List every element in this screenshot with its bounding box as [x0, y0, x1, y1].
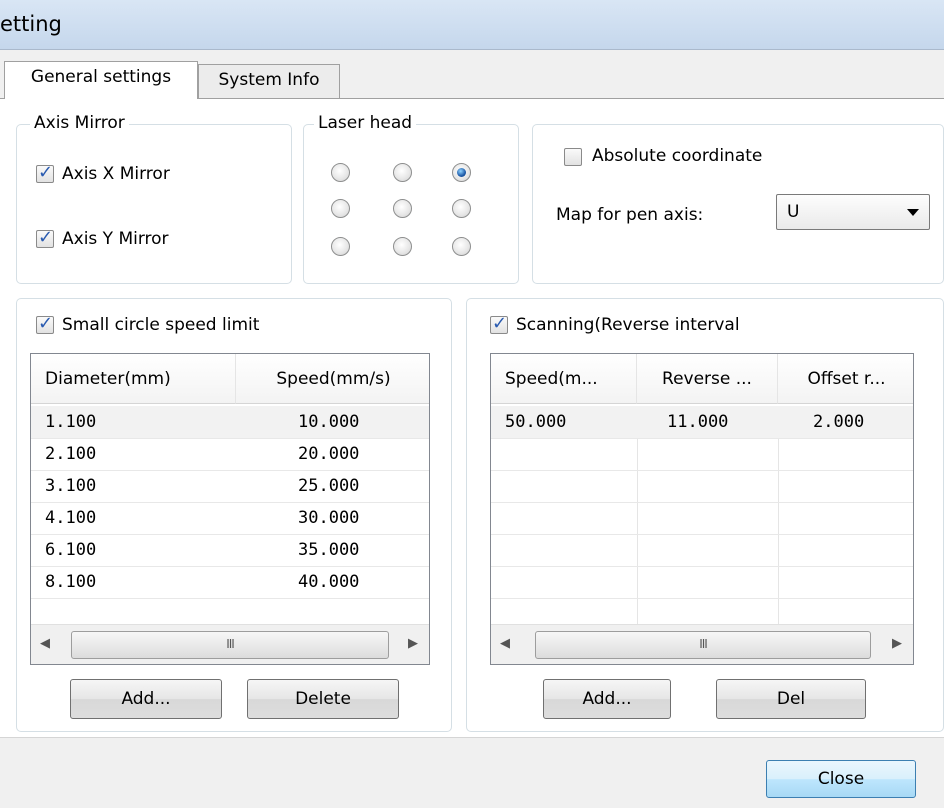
horizontal-scrollbar[interactable]: ◀ III ▶ — [31, 624, 429, 664]
tab-label: System Info — [218, 70, 320, 90]
scroll-right-arrow-icon[interactable]: ▶ — [887, 629, 907, 659]
laser-head-radio-3[interactable] — [452, 163, 471, 182]
table-cell: 2.100 — [45, 444, 97, 464]
row-divider — [491, 502, 913, 503]
axis-x-mirror-checkbox[interactable] — [36, 162, 54, 183]
table-cell: 20.000 — [298, 444, 360, 464]
laser-head-legend: Laser head — [314, 112, 417, 134]
laser-head-radio-9[interactable] — [452, 237, 471, 256]
axis-x-mirror-label: Axis X Mirror — [62, 164, 170, 184]
table-cell: 4.100 — [45, 508, 97, 528]
table-cell: 6.100 — [45, 540, 97, 560]
column-header-diameter[interactable]: Diameter(mm) — [31, 354, 236, 404]
laser-head-radio-7[interactable] — [331, 237, 350, 256]
axis-y-mirror-checkbox[interactable] — [36, 227, 54, 248]
select-value: U — [787, 202, 800, 222]
row-divider — [31, 566, 429, 567]
absolute-coordinate-checkbox[interactable] — [564, 148, 582, 166]
scrollbar-thumb[interactable]: III — [71, 631, 389, 659]
table-cell: 2.000 — [813, 412, 865, 432]
small-circle-checkbox[interactable] — [36, 313, 54, 334]
chevron-down-icon — [907, 209, 919, 216]
row-divider — [31, 534, 429, 535]
row-divider — [491, 598, 913, 599]
row-divider — [31, 598, 429, 599]
row-divider — [491, 566, 913, 567]
table-cell: 50.000 — [505, 412, 567, 432]
column-header-reverse[interactable]: Reverse ... — [637, 354, 778, 404]
add-scanning-button[interactable]: Add... — [543, 679, 671, 719]
axis-mirror-group — [16, 124, 292, 284]
tab-general-settings[interactable]: General settings — [4, 61, 198, 99]
axis-mirror-legend: Axis Mirror — [30, 112, 129, 134]
scroll-left-arrow-icon[interactable]: ◀ — [495, 629, 515, 659]
column-divider — [778, 438, 779, 624]
laser-head-radio-4[interactable] — [331, 199, 350, 218]
tab-label: General settings — [30, 67, 172, 87]
scrollbar-thumb[interactable]: III — [535, 631, 871, 659]
scroll-right-arrow-icon[interactable]: ▶ — [403, 629, 423, 659]
small-circle-table[interactable]: Diameter(mm) Speed(mm/s) 1.100 10.000 2.… — [30, 353, 430, 665]
table-cell: 1.100 — [45, 412, 97, 432]
add-diameter-button[interactable]: Add... — [70, 679, 222, 719]
title-bar — [0, 0, 944, 50]
row-divider — [491, 470, 913, 471]
table-cell: 40.000 — [298, 572, 360, 592]
column-header-speed[interactable]: Speed(mm/s) — [236, 354, 429, 404]
column-divider — [637, 438, 638, 624]
row-divider — [491, 534, 913, 535]
laser-head-radio-6[interactable] — [452, 199, 471, 218]
thumb-grip-icon: III — [699, 637, 708, 651]
close-button[interactable]: Close — [766, 760, 916, 798]
thumb-grip-icon: III — [226, 637, 235, 651]
column-header-speed[interactable]: Speed(m... — [491, 354, 637, 404]
absolute-coordinate-label: Absolute coordinate — [592, 146, 763, 166]
map-pen-axis-label: Map for pen axis: — [556, 205, 704, 225]
horizontal-scrollbar[interactable]: ◀ III ▶ — [491, 624, 913, 664]
table-cell: 35.000 — [298, 540, 360, 560]
row-divider — [31, 502, 429, 503]
axis-y-mirror-label: Axis Y Mirror — [62, 229, 169, 249]
laser-head-radio-8[interactable] — [393, 237, 412, 256]
window-title: etting — [0, 12, 62, 36]
map-pen-axis-select[interactable]: U — [776, 194, 930, 230]
delete-diameter-button[interactable]: Delete — [247, 679, 399, 719]
scanning-checkbox[interactable] — [490, 313, 508, 334]
row-divider — [31, 438, 429, 439]
table-cell: 10.000 — [298, 412, 360, 432]
scroll-left-arrow-icon[interactable]: ◀ — [35, 629, 55, 659]
small-circle-label: Small circle speed limit — [62, 315, 260, 335]
table-cell: 3.100 — [45, 476, 97, 496]
table-cell: 8.100 — [45, 572, 97, 592]
scanning-label: Scanning(Reverse interval — [516, 315, 740, 335]
laser-head-radio-2[interactable] — [393, 163, 412, 182]
column-header-offset[interactable]: Offset r... — [778, 354, 913, 404]
laser-head-radio-1[interactable] — [331, 163, 350, 182]
row-divider — [31, 470, 429, 471]
tab-system-info[interactable]: System Info — [198, 64, 340, 98]
table-cell: 11.000 — [667, 412, 729, 432]
table-cell: 25.000 — [298, 476, 360, 496]
laser-head-radio-5[interactable] — [393, 199, 412, 218]
del-scanning-button[interactable]: Del — [716, 679, 866, 719]
table-cell: 30.000 — [298, 508, 360, 528]
scanning-table[interactable]: Speed(m... Reverse ... Offset r... 50.00… — [490, 353, 914, 665]
row-divider — [491, 438, 913, 439]
